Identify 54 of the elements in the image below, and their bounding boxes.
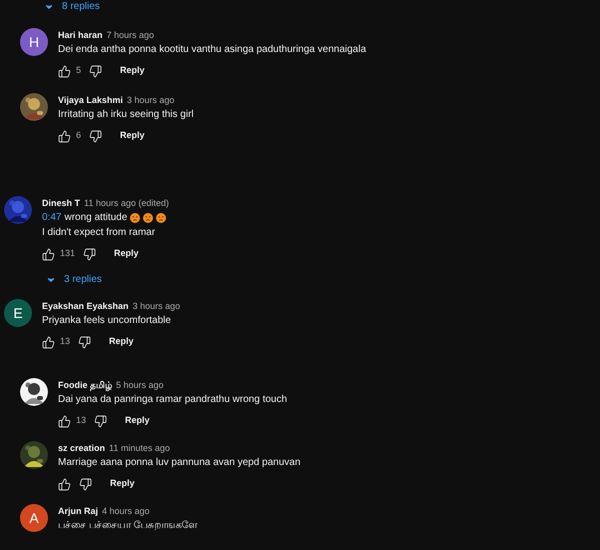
dislike-icon[interactable] [83,248,96,260]
comment-text: Dai yana da panringa ramar pandrathu wrong touch [58,393,288,407]
comment-time[interactable]: 11 minutes ago [109,441,170,455]
like-icon[interactable] [42,336,55,348]
timestamp-link[interactable]: 0:47 [42,210,62,225]
author-name[interactable]: Foodie தமிழ் [58,378,112,392]
like-count: 6 [76,129,82,142]
author-name[interactable]: sz creation [58,441,106,455]
dislike-icon[interactable] [89,130,102,142]
like-count: 131 [60,247,76,260]
comment-time[interactable]: 3 hours ago [132,299,180,313]
comment-text: Marriage aana ponna luv pannuna avan yepd panuvan [58,456,300,470]
dislike-icon[interactable] [94,414,108,428]
dislike-icon[interactable] [79,478,92,490]
comment-text: Dei enda antha ponna kootitu vanthu asinga paduthuringa vennaigala [58,43,366,57]
comment-text: wrong attitude [64,211,128,225]
author-name[interactable]: Hari haran [58,28,103,42]
comment-time[interactable]: 5 hours ago [116,378,164,392]
reply-button[interactable]: Reply [110,477,135,491]
avatar[interactable]: E [4,299,32,327]
reply-button[interactable]: Reply [114,247,139,261]
like-count: 13 [76,414,86,428]
reply-button[interactable]: Reply [120,129,145,143]
author-name[interactable]: Arjun Raj [58,504,98,518]
comment-time[interactable]: 7 hours ago [106,28,154,42]
avatar[interactable]: H [20,28,48,56]
angry-face-icon [156,212,166,222]
author-name[interactable]: Dinesh T [42,196,80,210]
reply-button[interactable]: Reply [120,64,145,78]
avatar[interactable]: A [20,504,48,532]
angry-face-icon [130,212,140,222]
like-icon[interactable] [58,478,71,490]
angry-face-icon [143,212,154,222]
author-name[interactable]: Eyakshan Eyakshan [42,299,129,313]
like-icon[interactable] [58,130,71,142]
comment-time[interactable]: 11 hours ago (edited) [84,196,169,210]
comment-text: Priyanka feels uncomfortable [42,314,171,328]
author-name[interactable]: Vijaya Lakshmi [58,93,123,107]
dislike-icon[interactable] [89,64,102,78]
comment-time[interactable]: 3 hours ago [126,93,174,107]
like-count: 5 [76,64,82,78]
comment-time[interactable]: 4 hours ago [102,504,150,518]
like-icon[interactable] [42,248,55,260]
replies-toggle[interactable]: 3 replies [42,270,106,289]
like-icon[interactable] [58,414,71,428]
reply-button[interactable]: Reply [109,335,134,349]
reply-button[interactable]: Reply [125,414,150,428]
comment-text: Irritating ah irku seeing this girl [58,108,194,122]
like-icon[interactable] [58,64,71,78]
dislike-icon[interactable] [78,336,92,348]
like-count: 13 [60,335,70,348]
comment-text: பச்சை பச்சையா பேசுறாஙகளே [58,519,198,533]
replies-toggle[interactable]: 8 replies [40,0,104,16]
comment-text: I didn't expect from ramar [42,226,156,240]
